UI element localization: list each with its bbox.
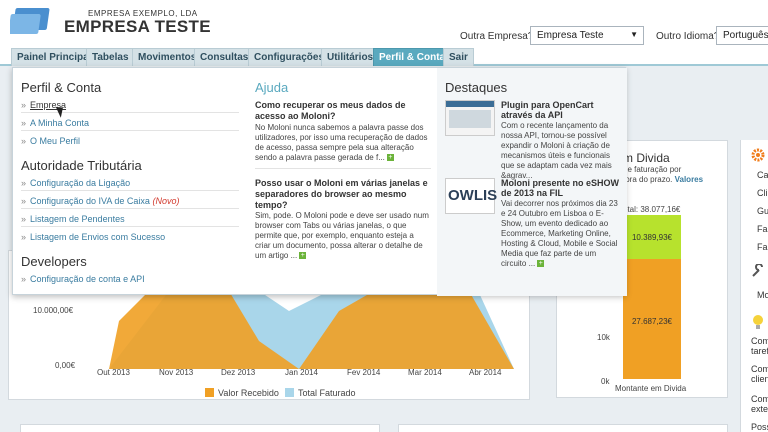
- destaques-section-title: Destaques: [445, 80, 508, 95]
- bar-label: 10.389,93€: [631, 233, 673, 242]
- bottom-panel-left: [20, 424, 380, 432]
- y-tick-label: 10.000,00€: [33, 306, 74, 315]
- debt-values-link[interactable]: Valores: [675, 175, 703, 184]
- language-select-value: Português: [723, 30, 768, 41]
- tip-text: Com: [751, 394, 768, 404]
- menu-item-listagem-pendentes[interactable]: » Listagem de Pendentes: [21, 214, 125, 224]
- menu-item-configuracao-iva-caixa[interactable]: » Configuração do IVA de Caixa (Novo): [21, 196, 179, 206]
- menu-item-listagem-envios[interactable]: » Listagem de Envios com Sucesso: [21, 232, 165, 242]
- lightbulb-icon: [753, 315, 763, 329]
- tip-text: Com: [751, 336, 768, 346]
- autoridade-section-title: Autoridade Tributária: [21, 158, 142, 173]
- company-switch-label: Outra Empresa?: [460, 31, 534, 42]
- menu-item-configuracao-ligacao[interactable]: » Configuração da Ligação: [21, 178, 130, 188]
- highlight-2-title[interactable]: Moloni presente no eSHOW de 2013 na FIL: [501, 178, 623, 198]
- tab-perfil-conta[interactable]: Perfil & Conta: [373, 48, 452, 66]
- faq-1-title[interactable]: Como recuperar os meus dados de acesso a…: [255, 100, 431, 122]
- tab-painel-principal[interactable]: Painel Principal: [11, 48, 98, 66]
- debt-chart-subtitle-2: fora do prazo.: [623, 175, 673, 184]
- y-tick-label: 0k: [601, 377, 610, 386]
- legend-swatch-valor-recebido: [205, 388, 214, 397]
- read-more-icon[interactable]: +: [386, 154, 394, 162]
- company-select-value: Empresa Teste: [537, 30, 604, 41]
- perfil-section-title: Perfil & Conta: [21, 80, 102, 95]
- highlight-2-body: Vai decorrer nos próximos dia 23 e 24 Ou…: [501, 199, 618, 268]
- bottom-panel-right: [398, 424, 728, 432]
- sidebar-link[interactable]: Fa: [757, 242, 768, 252]
- debt-total-label: otal: 38.077,16€: [623, 205, 681, 214]
- tip-text: Com: [751, 364, 768, 374]
- y-tick-label: 10k: [597, 333, 610, 342]
- header: EMPRESA EXEMPLO, LDA EMPRESA TESTE Outra…: [0, 0, 768, 46]
- company-name: EMPRESA TESTE: [64, 17, 211, 36]
- developers-section-title: Developers: [21, 254, 87, 269]
- tab-configuracoes[interactable]: Configurações: [248, 48, 331, 66]
- tip-text: clien: [751, 374, 768, 384]
- legend-label-valor-recebido: Valor Recebido: [218, 388, 279, 398]
- tip-text: taref: [751, 346, 768, 356]
- sidebar-link[interactable]: Cli: [757, 188, 768, 198]
- sidebar-link[interactable]: Gu: [757, 206, 768, 216]
- menu-item-minha-conta[interactable]: » A Minha Conta: [21, 118, 89, 128]
- perfil-conta-dropdown: Perfil & Conta » Empresa » A Minha Conta »…: [12, 67, 627, 296]
- faq-2-body: Sim, pode. O Moloni pode e deve ser usad…: [255, 211, 429, 260]
- x-tick-label: Out 2013: [97, 368, 130, 377]
- x-tick-label: Fev 2014: [347, 368, 381, 377]
- highlight-1-body: Com o recente lançamento da nossa API, t…: [501, 121, 612, 180]
- legend-label-total-faturado: Total Faturado: [298, 388, 356, 398]
- tab-sair[interactable]: Sair: [443, 48, 474, 66]
- gear-icon: [751, 148, 765, 162]
- language-switch-label: Outro Idioma?: [656, 31, 720, 42]
- bar-label: 27.687,23€: [631, 317, 673, 326]
- sidebar-link[interactable]: Fa: [757, 224, 768, 234]
- x-tick-label: Mar 2014: [408, 368, 442, 377]
- sidebar-link[interactable]: Mo: [757, 290, 768, 300]
- highlight-1-title[interactable]: Plugin para OpenCart através da API: [501, 100, 623, 120]
- wrench-icon: [752, 264, 763, 277]
- right-sidebar: Ca Cli Gu Fa Fa Mo Com taref Com clien C…: [740, 140, 768, 432]
- tip-text: exte: [751, 404, 768, 414]
- x-axis-label: Montante em Divida: [615, 384, 687, 393]
- language-select[interactable]: Português: [716, 26, 768, 45]
- x-tick-label: Dez 2013: [221, 368, 256, 377]
- tab-movimentos[interactable]: Movimentos: [132, 48, 203, 66]
- y-tick-label: 0,00€: [55, 361, 76, 370]
- x-tick-label: Nov 2013: [159, 368, 194, 377]
- menu-item-conta-api[interactable]: » Configuração de conta e API: [21, 274, 145, 284]
- legend-swatch-total-faturado: [285, 388, 294, 397]
- tab-utilitarios[interactable]: Utilitários: [321, 48, 380, 66]
- menu-item-meu-perfil[interactable]: » O Meu Perfil: [21, 136, 80, 146]
- x-tick-label: Jan 2014: [285, 368, 318, 377]
- chevron-down-icon: ▼: [630, 30, 638, 39]
- read-more-icon[interactable]: +: [299, 252, 307, 260]
- main-nav: Painel Principal Tabelas Movimentos Cons…: [0, 46, 768, 66]
- tab-consultas[interactable]: Consultas: [194, 48, 255, 66]
- ajuda-section-title: Ajuda: [255, 80, 289, 95]
- faq-1-body: No Moloni nunca sabemos a palavra passe …: [255, 123, 428, 162]
- company-logo-icon: [10, 8, 50, 34]
- faq-2-title[interactable]: Posso usar o Moloni em várias janelas e …: [255, 178, 431, 211]
- sidebar-link[interactable]: Ca: [757, 170, 768, 180]
- highlight-1-thumbnail[interactable]: [445, 100, 495, 136]
- tab-tabelas[interactable]: Tabelas: [86, 48, 135, 66]
- novo-badge: (Novo): [152, 196, 180, 206]
- debt-chart-subtitle: de faturação por: [623, 165, 682, 174]
- tip-text: Poss: [751, 422, 768, 432]
- debt-chart-title: m Divida: [623, 151, 670, 165]
- read-more-icon[interactable]: +: [537, 260, 545, 268]
- company-select[interactable]: Empresa Teste ▼: [530, 26, 644, 45]
- x-tick-label: Abr 2014: [469, 368, 502, 377]
